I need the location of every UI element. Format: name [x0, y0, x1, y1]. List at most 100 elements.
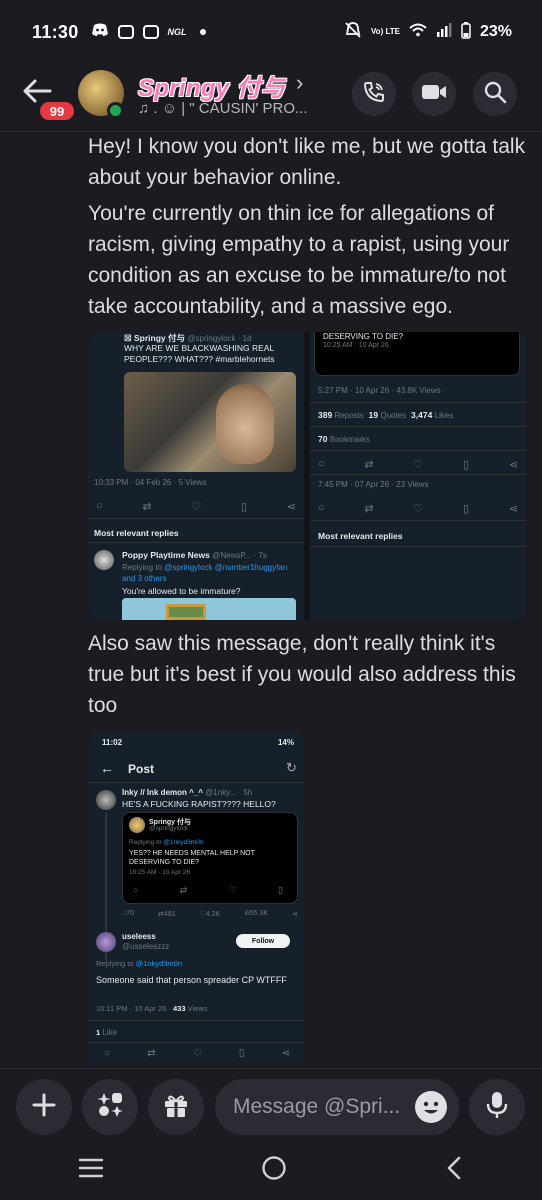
- likes-count: 4.2K: [205, 911, 221, 918]
- divider: [310, 520, 526, 521]
- tweet-author: ☒ Springy 付与: [124, 333, 185, 343]
- status-time: 11:02: [102, 738, 123, 747]
- nav-back-icon[interactable]: [443, 1155, 465, 1186]
- image-attachment[interactable]: 11:02 14% ← Post ↻ Inky // Ink demon ^_^…: [88, 732, 304, 1064]
- divider: [88, 518, 304, 519]
- post-text: HE'S A FUCKING RAPIST???? HELLO?: [122, 799, 276, 809]
- reply-views-count: 433: [173, 1004, 186, 1013]
- nav-recents-icon[interactable]: [77, 1157, 105, 1184]
- reply-to-prefix: Replying to: [96, 959, 136, 968]
- reposts-count: 389: [318, 410, 333, 420]
- emoji-icon[interactable]: [415, 1091, 447, 1123]
- divider: [310, 450, 526, 451]
- reply-to: Replying to @1nkyd3m0n: [96, 959, 182, 968]
- gift-icon: [163, 1092, 189, 1123]
- divider: [310, 402, 526, 403]
- message-input[interactable]: Message @Spri...: [215, 1079, 459, 1135]
- battery-percent: 23%: [479, 23, 512, 40]
- voice-call-button[interactable]: [352, 72, 396, 116]
- reposts-label: Reposts: [334, 411, 364, 420]
- tweet-actions: ○ ⇄ ♡ ▯ ⋖: [318, 458, 518, 471]
- video-call-button[interactable]: [412, 72, 456, 116]
- plus-icon: [31, 1092, 57, 1123]
- repost-icon: ⇄: [179, 885, 188, 895]
- image-attachment[interactable]: ☒ Springy 付与 @springylock · 1d WHY ARE W…: [88, 332, 526, 620]
- quoted-meta: 10:25 AM · 10 Apr 26: [323, 342, 389, 349]
- most-relevant-label: Most relevant replies: [94, 528, 179, 538]
- status-bar: 11:30 NGL Vo) LTE 23%: [0, 0, 542, 64]
- back-arrow-icon: ←: [100, 760, 114, 776]
- reposts-stat: ⇄481: [158, 911, 176, 918]
- search-button[interactable]: [473, 72, 517, 116]
- reply-meta: 10:11 PM · 10 Apr 26 · 433 Views: [96, 1004, 207, 1013]
- like-icon: ♡: [228, 885, 237, 895]
- quotes-label: Quotes: [380, 411, 407, 420]
- tweet-screenshot-left: ☒ Springy 付与 @springylock · 1d WHY ARE W…: [88, 332, 304, 620]
- voice-message-button[interactable]: [469, 1079, 525, 1135]
- post-title: Post: [128, 762, 155, 776]
- post-author: Inky // Ink demon ^_^: [122, 788, 203, 797]
- message-composer: Message @Spri...: [0, 1068, 542, 1140]
- apps-button[interactable]: [82, 1079, 138, 1135]
- wifi-icon: [409, 23, 427, 41]
- bookmark-icon: ▯: [240, 501, 248, 513]
- gift-button[interactable]: [148, 1079, 204, 1135]
- message-text: Hey! I know you don't like me, but we go…: [88, 135, 526, 189]
- divider: [88, 542, 304, 543]
- likes-line: 1 Like: [96, 1028, 117, 1037]
- views-count: 55.3K: [249, 910, 269, 917]
- reply-actions: ○ ⇄ ♡ ▯ ⋖: [104, 1048, 290, 1059]
- unread-badge: 99: [37, 99, 77, 123]
- repost-icon: ⇄: [147, 1048, 156, 1059]
- system-nav-bar: [0, 1140, 542, 1200]
- engagement-stats: 389 Reposts 19 Quotes 3,474 Likes: [318, 410, 453, 420]
- like-icon: ♡: [192, 1048, 202, 1059]
- post-stats: ○70 ⇄481 ♡4.2K ılı55.3K ⋖: [122, 910, 298, 918]
- reply-avatar: [94, 550, 114, 570]
- reply-icon: ○: [96, 500, 103, 512]
- channel-header: 99 Springy 付与 › ♫ . ☺︎ | " CAUSIN' PRO..…: [0, 64, 542, 132]
- nav-home-icon[interactable]: [260, 1154, 288, 1187]
- reply-icon: ○: [133, 885, 139, 895]
- bookmarks-stat: 70 Bookmarks: [318, 434, 370, 444]
- bookmark-icon: ▯: [278, 885, 283, 895]
- quoted-reply-handle: @1nkyd3m0n: [163, 839, 204, 846]
- tweet-meta: 7:45 PM · 07 Apr 26 · 23 Views: [318, 480, 429, 489]
- bookmark-icon: ▯: [462, 459, 470, 471]
- search-icon: [483, 80, 507, 109]
- phone-icon: [362, 80, 386, 109]
- user-name[interactable]: Springy 付与: [138, 68, 285, 103]
- replies-count: 70: [126, 910, 135, 917]
- divider: [88, 782, 304, 783]
- share-icon: ⋖: [292, 911, 298, 918]
- quoted-actions: ○ ⇄ ♡ ▯: [133, 885, 283, 896]
- tweet-actions: ○ ⇄ ♡ ▯ ⋖: [318, 502, 518, 515]
- post-handle: @1nky... · 5h: [205, 788, 253, 797]
- reply-image: [122, 598, 296, 620]
- repost-icon: ⇄: [364, 503, 374, 515]
- tweet-handle: @springylock · 1d: [187, 334, 252, 343]
- ngl-icon: NGL: [167, 27, 187, 37]
- repost-icon: ⇄: [364, 459, 374, 471]
- reply-icon: ○: [318, 502, 325, 514]
- tweet-text: WHY ARE WE BLACKWASHING REAL PEOPLE??? W…: [124, 343, 275, 364]
- instagram-icon: [117, 25, 134, 39]
- like-icon: ♡: [413, 503, 424, 515]
- divider: [310, 546, 526, 547]
- signal-icon: [436, 23, 452, 41]
- system-icons: Vo) LTE 23%: [344, 21, 512, 43]
- author-avatar: [96, 790, 116, 810]
- quoted-meta: 10:25 AM · 10 Apr 26: [129, 869, 191, 876]
- reply-meta-date: 10:11 PM · 10 Apr 26 ·: [96, 1004, 173, 1013]
- bookmark-icon: ▯: [238, 1048, 245, 1059]
- volte-icon: Vo) LTE: [370, 27, 400, 36]
- attach-button[interactable]: [16, 1079, 72, 1135]
- share-icon: ⋖: [286, 501, 296, 513]
- chevron-right-icon[interactable]: ›: [296, 70, 303, 96]
- quoted-tweet: Springy 付与 @springylock Replying to @1nk…: [122, 812, 298, 904]
- bookmarks-count: 70: [318, 434, 328, 444]
- tweet-meta: 10:33 PM · 04 Feb 26 · 5 Views: [94, 478, 207, 487]
- quoted-text: DESERVING TO DIE?: [323, 332, 404, 341]
- reply-author: Poppy Playtime News: [122, 550, 210, 560]
- reply-handle: @NewsP... · 7s: [212, 551, 267, 560]
